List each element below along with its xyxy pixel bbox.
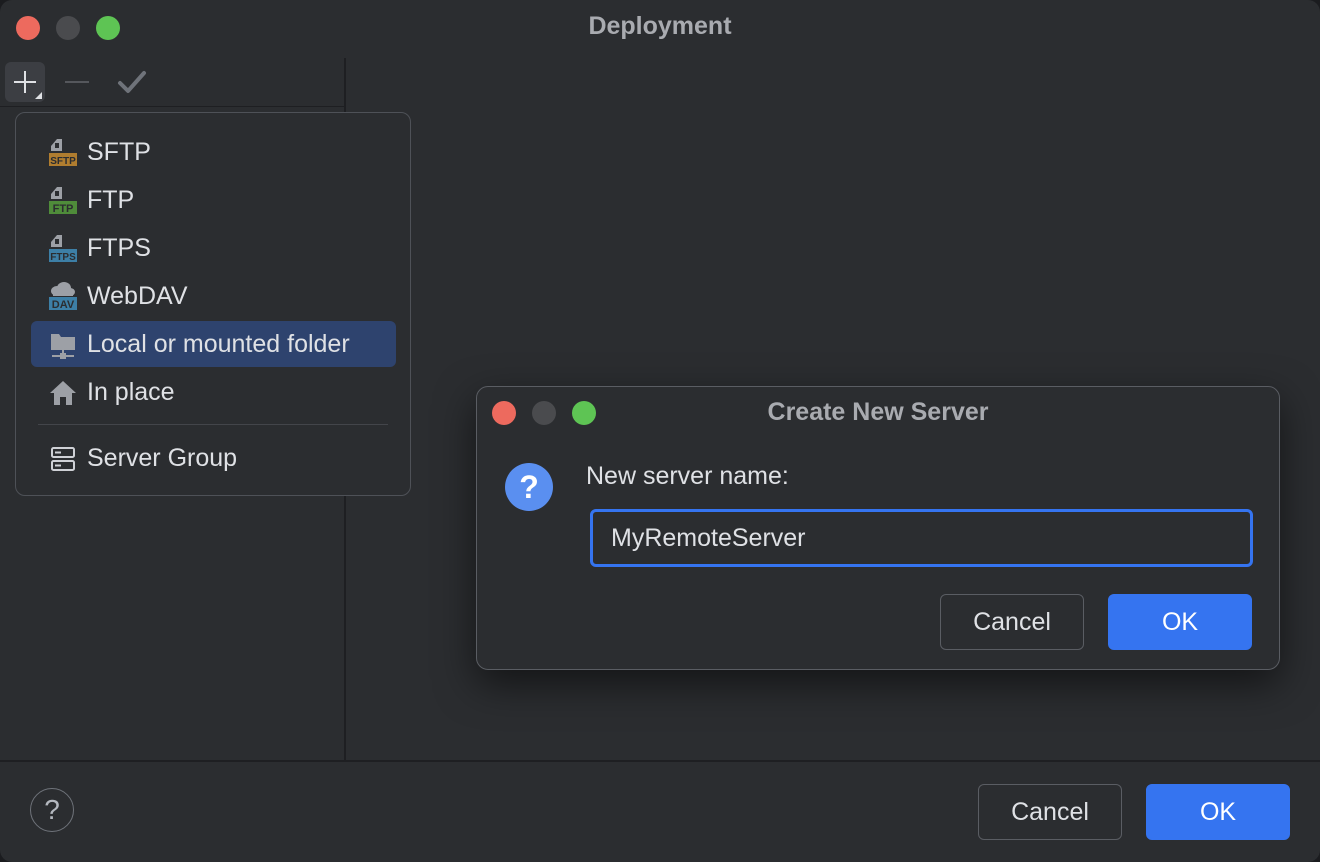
menu-item-local-folder[interactable]: Local or mounted folder <box>31 321 396 367</box>
remove-icon <box>65 81 89 83</box>
server-group-icon <box>48 444 78 474</box>
menu-item-label: FTPS <box>87 234 151 263</box>
svg-text:FTPS: FTPS <box>50 252 76 263</box>
set-default-button[interactable] <box>112 62 152 102</box>
menu-item-server-group[interactable]: Server Group <box>31 435 396 481</box>
toolbar-divider <box>0 106 345 107</box>
menu-item-label: Local or mounted folder <box>87 330 350 359</box>
svg-text:DAV: DAV <box>52 299 75 311</box>
ftps-icon: FTPS <box>48 234 78 264</box>
webdav-icon: DAV <box>48 282 78 312</box>
servers-toolbar <box>0 58 345 106</box>
menu-item-ftps[interactable]: FTPS FTPS <box>31 225 396 271</box>
add-server-button[interactable] <box>5 62 45 102</box>
dialog-title: Create New Server <box>477 398 1279 427</box>
help-button[interactable]: ? <box>30 788 74 832</box>
sftp-icon: SFTP <box>48 138 78 168</box>
server-name-label: New server name: <box>586 462 789 491</box>
create-server-dialog: Create New Server ? New server name: Can… <box>476 386 1280 670</box>
server-name-input[interactable] <box>590 509 1253 567</box>
svg-text:FTP: FTP <box>53 203 74 215</box>
server-type-popup: SFTP SFTP FTP FTP FTPS FTPS <box>15 112 411 496</box>
menu-item-webdav[interactable]: DAV WebDAV <box>31 273 396 319</box>
cancel-button[interactable]: Cancel <box>978 784 1122 840</box>
menu-item-label: Server Group <box>87 444 237 473</box>
title-bar: Deployment <box>0 0 1320 56</box>
dialog-cancel-button[interactable]: Cancel <box>940 594 1084 650</box>
footer-divider <box>0 760 1320 762</box>
menu-item-label: SFTP <box>87 138 151 167</box>
dialog-ok-button[interactable]: OK <box>1108 594 1252 650</box>
check-icon <box>112 62 152 102</box>
menu-item-sftp[interactable]: SFTP SFTP <box>31 129 396 175</box>
menu-item-label: WebDAV <box>87 282 188 311</box>
menu-item-label: FTP <box>87 186 134 215</box>
menu-item-in-place[interactable]: In place <box>31 369 396 415</box>
menu-item-ftp[interactable]: FTP FTP <box>31 177 396 223</box>
deployment-window: Deployment SFTP SFTP <box>0 0 1320 862</box>
folder-network-icon <box>48 330 78 360</box>
home-icon <box>48 378 78 408</box>
menu-item-label: In place <box>87 378 175 407</box>
window-title: Deployment <box>0 12 1320 41</box>
ftp-icon: FTP <box>48 186 78 216</box>
menu-separator <box>38 424 388 425</box>
question-icon: ? <box>505 463 553 511</box>
ok-button[interactable]: OK <box>1146 784 1290 840</box>
remove-server-button[interactable] <box>57 62 97 102</box>
svg-text:SFTP: SFTP <box>50 156 76 167</box>
